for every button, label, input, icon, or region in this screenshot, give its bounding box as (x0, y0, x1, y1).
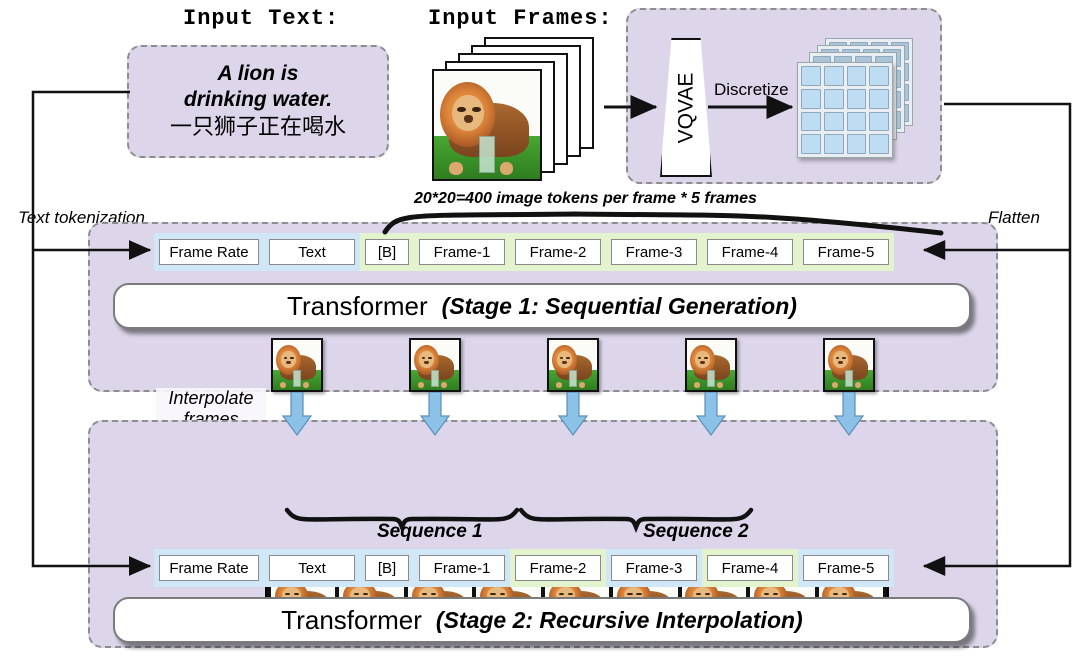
interpolate-arrow-1 (281, 391, 313, 437)
interpolate-arrow-2 (419, 391, 451, 437)
diagram-root: Input Text: Input Frames: Image Tokenize… (0, 0, 1080, 659)
interpolate-arrow-3 (557, 391, 589, 437)
interpolate-arrow-group (0, 0, 1080, 659)
interpolate-arrow-4 (695, 391, 727, 437)
interpolate-arrow-5 (833, 391, 865, 437)
